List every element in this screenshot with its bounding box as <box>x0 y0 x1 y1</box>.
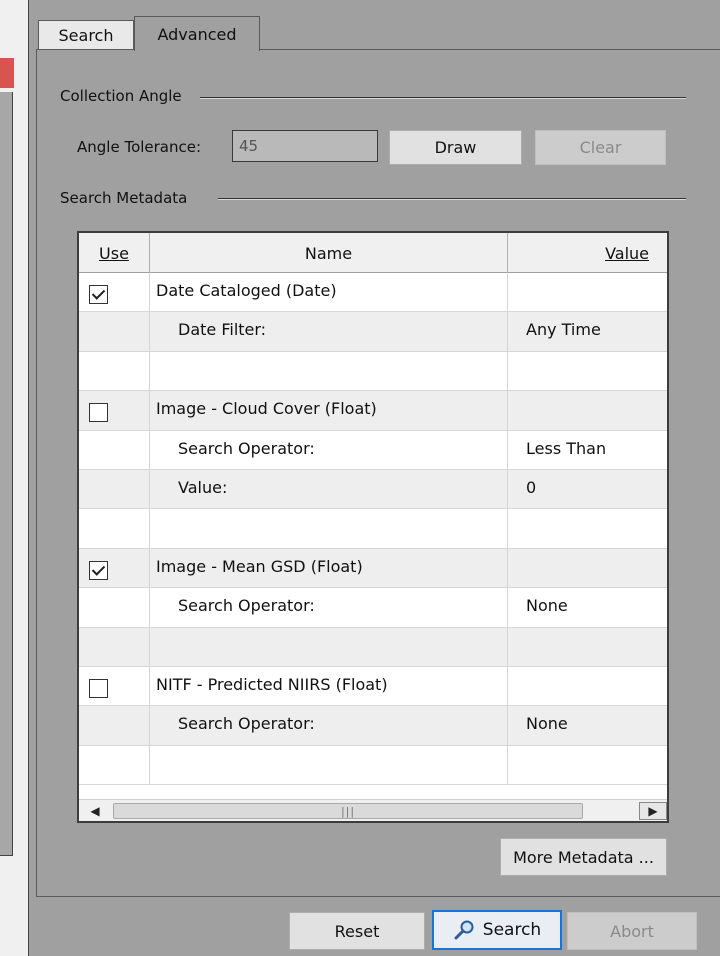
reset-button[interactable]: Reset <box>289 912 425 950</box>
name-cell: Value: <box>150 469 508 509</box>
name-cell: Search Operator: <box>150 588 508 627</box>
angle-tolerance-input[interactable] <box>232 130 378 162</box>
use-cell <box>79 273 150 312</box>
name-cell <box>150 351 508 391</box>
grid-body: Date Cataloged (Date) Date Filter: Any Tim… <box>79 273 667 786</box>
use-checkbox[interactable] <box>89 403 108 423</box>
draw-button[interactable]: Draw <box>389 130 522 165</box>
table-row[interactable]: Search Operator: None <box>79 588 667 628</box>
use-checkbox[interactable] <box>89 285 108 304</box>
value-cell <box>508 273 667 311</box>
value-cell <box>508 509 667 547</box>
use-checkbox[interactable] <box>89 560 108 580</box>
table-row[interactable]: Image - Cloud Cover (Float) <box>79 391 667 431</box>
horizontal-scrollbar[interactable]: ◀ ||| ▶ <box>79 799 667 821</box>
scrollbar-thumb[interactable]: ||| <box>113 803 583 819</box>
use-cell <box>79 430 150 469</box>
left-panel-accent <box>0 58 14 88</box>
search-button-label: Search <box>482 920 542 940</box>
column-header-value[interactable]: Value <box>508 233 667 273</box>
search-metadata-group-label: Search Metadata <box>60 189 196 207</box>
use-cell <box>79 706 150 745</box>
tab-advanced[interactable]: Advanced <box>134 16 260 51</box>
name-cell <box>150 745 508 785</box>
tab-search[interactable]: Search <box>38 20 134 50</box>
use-cell <box>79 509 150 548</box>
name-cell: Search Operator: <box>150 430 508 469</box>
value-cell[interactable]: 0 <box>508 470 667 508</box>
name-cell <box>150 627 508 666</box>
use-cell <box>79 548 150 588</box>
use-cell <box>79 588 150 627</box>
collection-angle-group-label: Collection Angle <box>60 87 190 105</box>
use-checkbox[interactable] <box>89 678 108 698</box>
value-cell[interactable]: Any Time <box>508 312 667 350</box>
value-cell <box>508 352 667 390</box>
metadata-grid: Use Name Value Date Cataloged (Date) Date… <box>77 231 669 823</box>
value-cell <box>508 667 667 705</box>
table-row[interactable] <box>79 627 667 667</box>
table-row[interactable]: Image - Mean GSD (Float) <box>79 548 667 589</box>
value-cell <box>508 549 667 587</box>
grip-icon: ||| <box>340 804 356 818</box>
left-panel-edge <box>0 92 13 856</box>
scroll-left-arrow-icon[interactable]: ◀ <box>81 802 109 820</box>
use-cell <box>79 666 150 706</box>
table-row[interactable]: Search Operator: None <box>79 706 667 746</box>
value-cell <box>508 746 667 784</box>
name-cell: Date Filter: <box>150 312 508 351</box>
table-row[interactable]: Date Cataloged (Date) <box>79 273 667 313</box>
table-row[interactable] <box>79 509 667 549</box>
table-row[interactable] <box>79 745 667 786</box>
table-row[interactable]: NITF - Predicted NIIRS (Float) <box>79 666 667 707</box>
table-row[interactable]: Value: 0 <box>79 469 667 510</box>
name-cell <box>150 509 508 548</box>
use-cell <box>79 391 150 430</box>
use-cell <box>79 627 150 666</box>
name-cell: Image - Mean GSD (Float) <box>150 548 508 588</box>
value-cell <box>508 391 667 429</box>
table-row[interactable]: Date Filter: Any Time <box>79 312 667 352</box>
name-cell: Image - Cloud Cover (Float) <box>150 391 508 430</box>
column-header-name[interactable]: Name <box>150 233 508 273</box>
abort-button[interactable]: Abort <box>567 912 697 950</box>
name-cell: Date Cataloged (Date) <box>150 273 508 312</box>
angle-tolerance-label: Angle Tolerance: <box>77 138 202 156</box>
table-row[interactable] <box>79 351 667 392</box>
value-cell <box>508 628 667 666</box>
table-row[interactable]: Search Operator: Less Than <box>79 430 667 470</box>
name-cell: NITF - Predicted NIIRS (Float) <box>150 666 508 706</box>
use-cell <box>79 469 150 509</box>
value-cell[interactable]: None <box>508 706 667 744</box>
grid-header: Use Name Value <box>79 233 667 273</box>
collection-angle-divider <box>200 97 686 99</box>
use-cell <box>79 745 150 785</box>
value-cell[interactable]: Less Than <box>508 431 667 469</box>
use-cell <box>79 312 150 351</box>
search-metadata-divider <box>218 198 686 200</box>
use-cell <box>79 351 150 391</box>
name-cell: Search Operator: <box>150 706 508 745</box>
scroll-right-arrow-icon[interactable]: ▶ <box>639 802 667 820</box>
clear-button[interactable]: Clear <box>535 130 666 165</box>
magnifier-icon <box>453 920 477 940</box>
more-metadata-button[interactable]: More Metadata ... <box>500 838 667 876</box>
column-header-use[interactable]: Use <box>79 233 150 273</box>
search-button[interactable]: Search <box>432 910 562 950</box>
value-cell[interactable]: None <box>508 588 667 626</box>
